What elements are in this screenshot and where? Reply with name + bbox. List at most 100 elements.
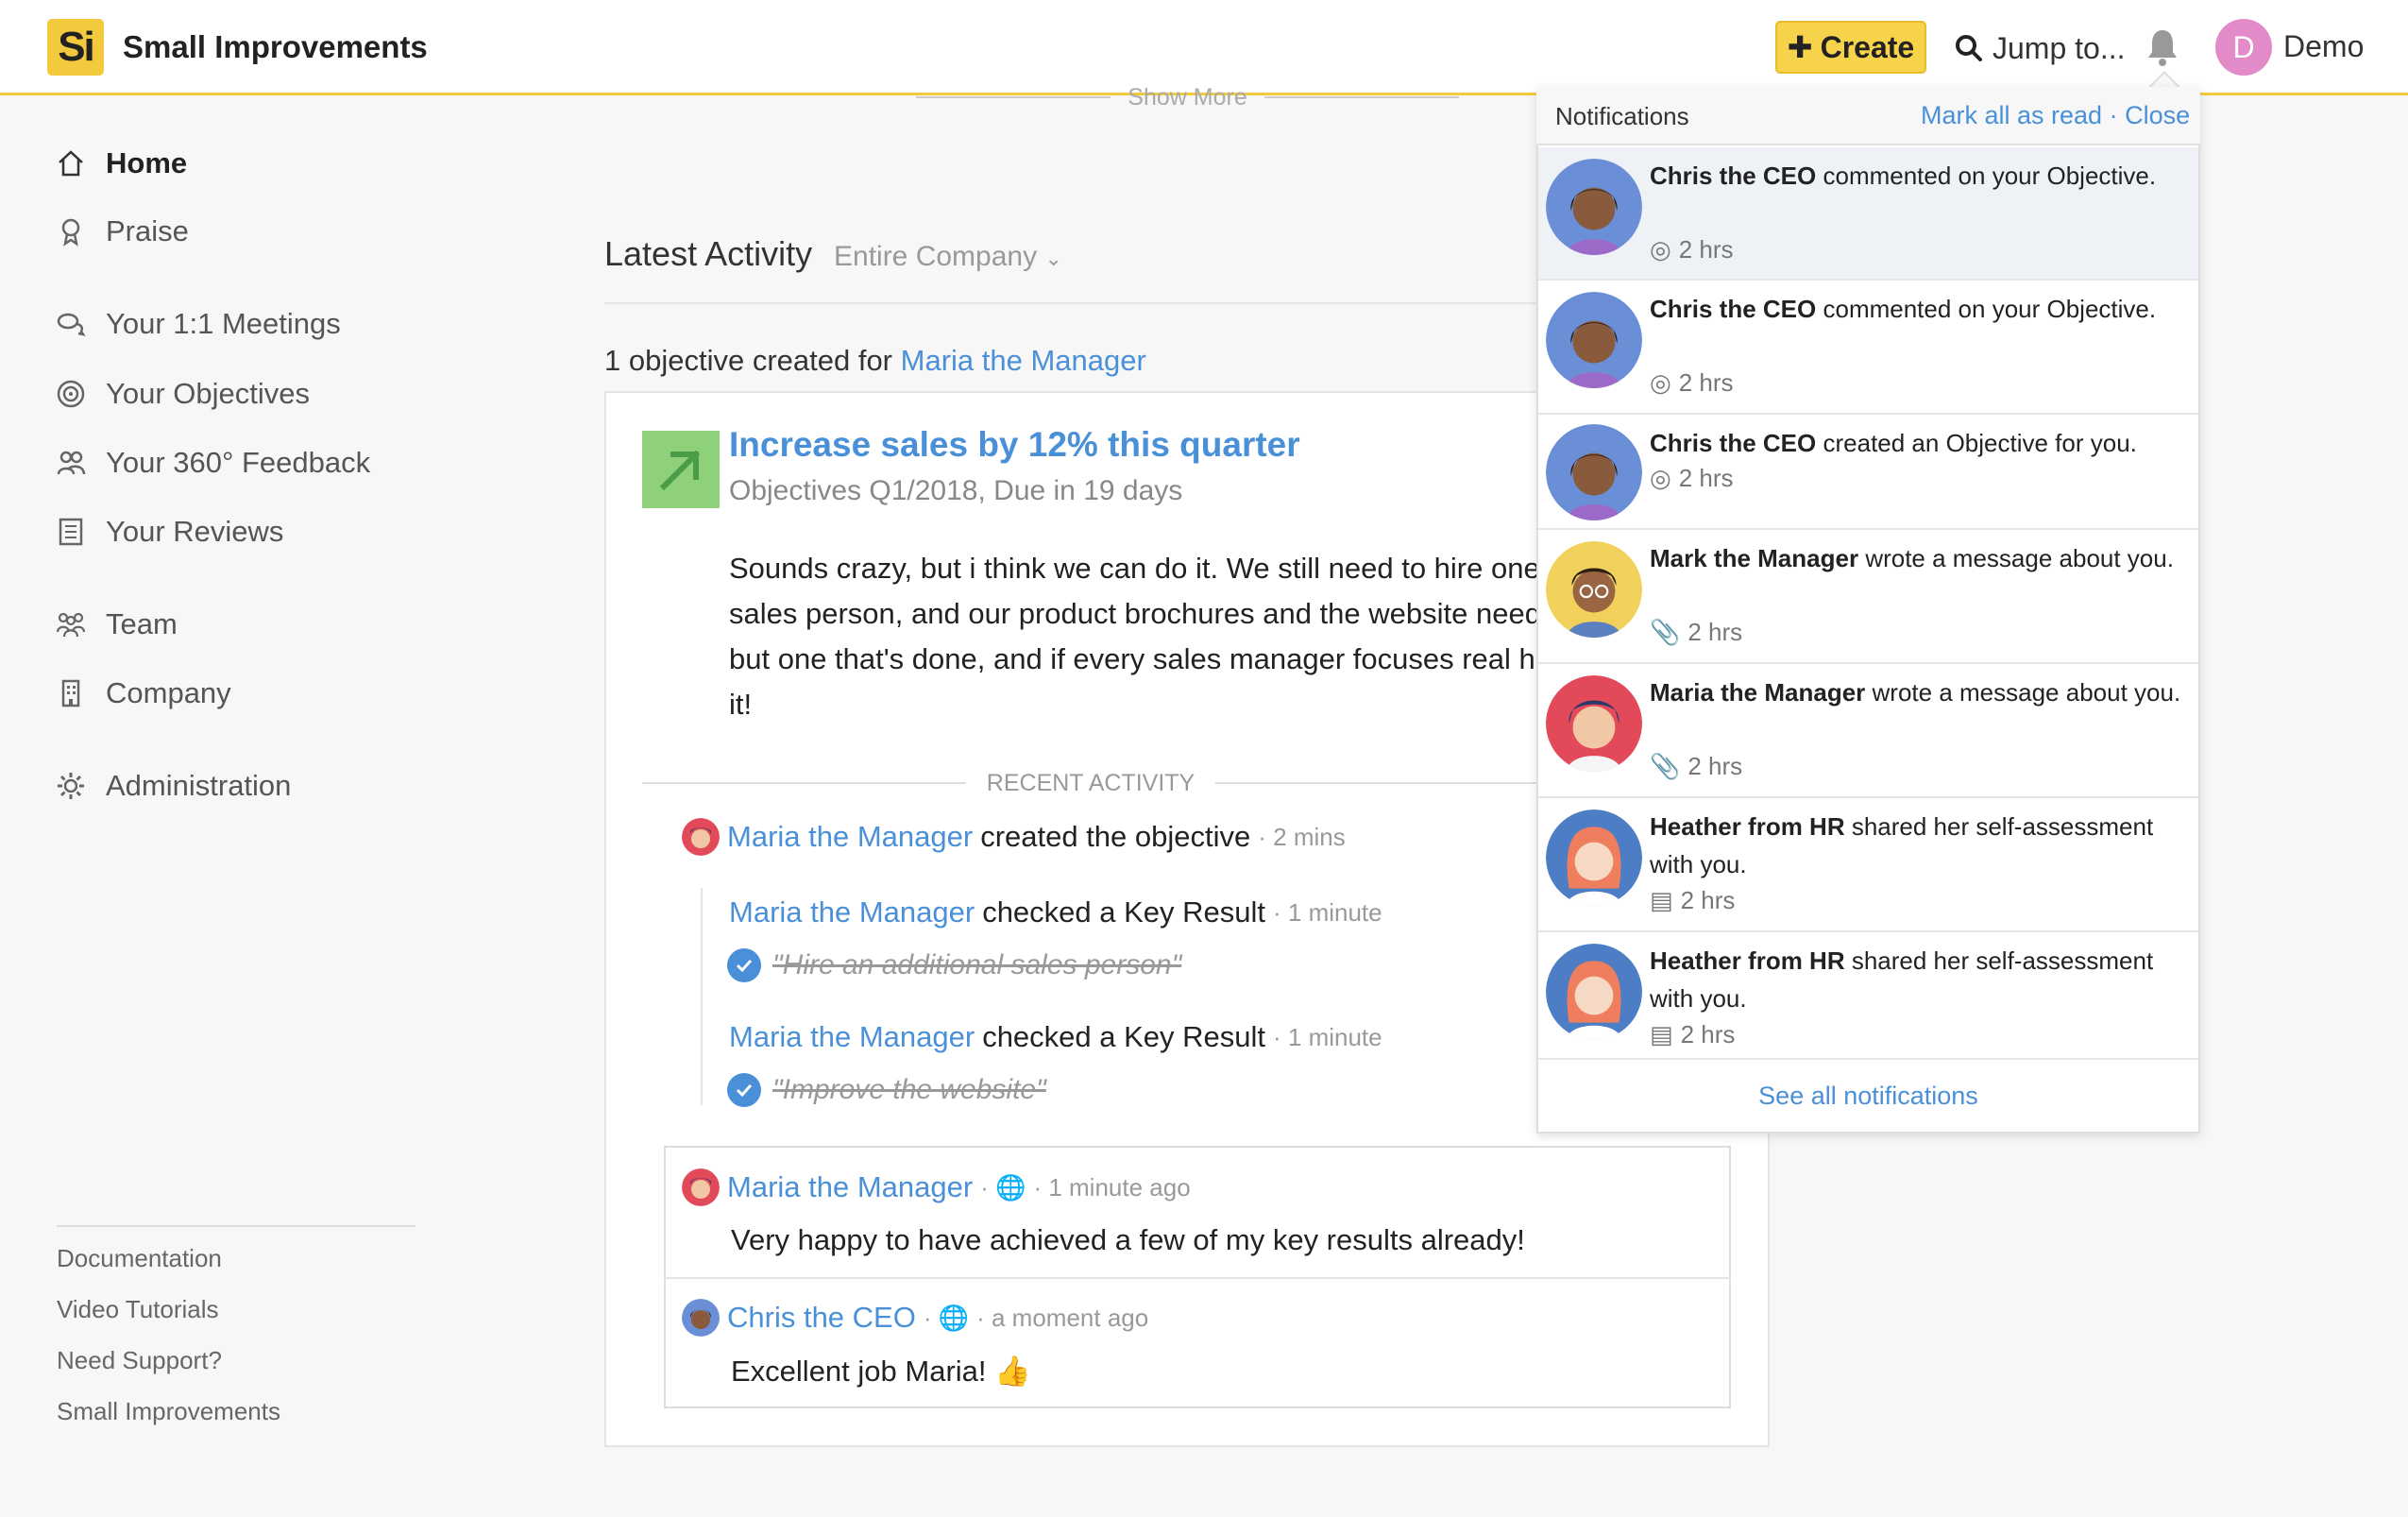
create-label: Create [1820, 29, 1915, 64]
sidebar-item-360-feedback[interactable]: Your 360° Feedback [55, 440, 370, 486]
activity-actor-link[interactable]: Maria the Manager [727, 820, 973, 854]
document-icon: ▤ [1650, 886, 1673, 914]
notification-item[interactable]: Heather from HR shared her self-assessme… [1538, 798, 2198, 932]
avatar [682, 818, 720, 856]
comment-header: Chris the CEO · 🌐 · a moment ago [682, 1299, 1148, 1337]
objective-title[interactable]: Increase sales by 12% this quarter [729, 425, 1300, 465]
sidebar-item-administration[interactable]: Administration [55, 763, 291, 809]
sidebar-item-label: Company [106, 676, 231, 709]
document-icon [55, 516, 87, 548]
comment-time: · 1 minute ago [1033, 1172, 1191, 1202]
activity-time: · 1 minute [1273, 1022, 1382, 1051]
comment-author-link[interactable]: Maria the Manager [727, 1170, 973, 1204]
app-logo[interactable]: Si [47, 19, 104, 76]
target-icon: ◎ [1650, 464, 1671, 492]
mark-all-read-link[interactable]: Mark all as read [1921, 101, 2102, 129]
notification-time: 2 hrs [1680, 1020, 1736, 1048]
close-link[interactable]: Close [2125, 101, 2190, 129]
notification-item[interactable]: Maria the Manager wrote a message about … [1538, 664, 2198, 798]
notification-actor: Chris the CEO [1650, 295, 1817, 323]
user-avatar[interactable]: D [2215, 19, 2272, 76]
sidebar-item-label: Your 1:1 Meetings [106, 307, 341, 340]
brand-name[interactable]: Small Improvements [123, 29, 428, 65]
notification-item[interactable]: Chris the CEO commented on your Objectiv… [1538, 147, 2198, 281]
activity-actor-link[interactable]: Maria the Manager [729, 895, 975, 929]
plus-icon: ✚ [1787, 30, 1813, 64]
notification-actor: Heather from HR [1650, 812, 1845, 841]
jump-to-search[interactable]: Jump to... [1955, 25, 2126, 72]
see-all-notifications-link[interactable]: See all notifications [1538, 1069, 2198, 1122]
notification-actor: Maria the Manager [1650, 678, 1866, 707]
sidebar-item-home[interactable]: Home [55, 141, 187, 186]
avatar [1546, 944, 1642, 1040]
notifications-title: Notifications [1555, 102, 1689, 130]
avatar [682, 1168, 720, 1206]
notifications-actions: Mark all as read · Close [1921, 101, 2190, 130]
notification-item[interactable]: Mark the Manager wrote a message about y… [1538, 530, 2198, 664]
notification-text: created an Objective for you. [1823, 429, 2137, 457]
search-icon [1956, 35, 1982, 61]
target-icon: ◎ [1650, 235, 1671, 264]
objective-created-text: 1 objective created for [604, 344, 893, 377]
key-result-text: "Hire an additional sales person" [772, 949, 1182, 980]
activity-action: checked a Key Result [982, 1020, 1266, 1053]
people-icon [55, 447, 87, 479]
key-result-text: "Improve the website" [772, 1074, 1046, 1105]
recent-activity-label: RECENT ACTIVITY [986, 769, 1196, 796]
globe-icon: · 🌐 [980, 1172, 1026, 1202]
heading-divider [604, 302, 1549, 304]
key-result: "Improve the website" [727, 1073, 1046, 1107]
notification-actor: Mark the Manager [1650, 544, 1859, 572]
activity-item: Maria the Manager created the objective … [682, 818, 1346, 856]
small-improvements-link[interactable]: Small Improvements [57, 1397, 280, 1426]
globe-icon: · 🌐 [923, 1303, 970, 1332]
paperclip-icon: 📎 [1650, 618, 1681, 646]
create-button[interactable]: ✚ Create [1775, 21, 1926, 74]
scope-dropdown[interactable]: Entire Company ⌄ [834, 241, 1062, 273]
check-icon [727, 1073, 761, 1107]
notification-item[interactable]: Heather from HR shared her self-assessme… [1538, 932, 2198, 1060]
check-icon [727, 948, 761, 982]
show-more-label: Show More [1128, 83, 1247, 111]
show-more-button[interactable]: Show More [916, 83, 1459, 111]
notification-item[interactable]: Chris the CEO created an Objective for y… [1538, 415, 2198, 530]
documentation-link[interactable]: Documentation [57, 1244, 222, 1273]
sidebar-item-label: Your 360° Feedback [106, 446, 371, 479]
bell-icon[interactable] [2144, 26, 2181, 68]
avatar [1546, 424, 1642, 520]
notification-text: wrote a message about you. [1872, 678, 2181, 707]
key-result: "Hire an additional sales person" [727, 948, 1181, 982]
objective-arrow-icon [642, 431, 720, 508]
thread-line [701, 888, 703, 1105]
user-menu[interactable]: Demo [2283, 29, 2364, 64]
comment-divider [664, 1277, 1731, 1279]
scope-label: Entire Company [834, 241, 1038, 272]
comment-author-link[interactable]: Chris the CEO [727, 1301, 916, 1335]
avatar [682, 1299, 720, 1337]
sidebar-item-reviews[interactable]: Your Reviews [55, 509, 283, 554]
sidebar-item-objectives[interactable]: Your Objectives [55, 371, 310, 417]
document-icon: ▤ [1650, 1020, 1673, 1048]
notification-item[interactable]: Chris the CEO commented on your Objectiv… [1538, 281, 2198, 415]
need-support-link[interactable]: Need Support? [57, 1346, 222, 1375]
sidebar-item-meetings[interactable]: Your 1:1 Meetings [55, 301, 341, 347]
target-icon: ◎ [1650, 368, 1671, 397]
separator-dot: · [2109, 101, 2118, 129]
sidebar-item-team[interactable]: Team [55, 602, 178, 647]
activity-actor-link[interactable]: Maria the Manager [729, 1020, 975, 1054]
activity-action: checked a Key Result [982, 895, 1266, 929]
notification-time: 2 hrs [1680, 886, 1736, 914]
avatar [1546, 675, 1642, 772]
avatar [1546, 541, 1642, 638]
sidebar-item-praise[interactable]: Praise [55, 209, 189, 254]
avatar [1546, 159, 1642, 255]
objective-owner-link[interactable]: Maria the Manager [901, 344, 1146, 377]
sidebar-item-company[interactable]: Company [55, 671, 231, 716]
notification-text: wrote a message about you. [1865, 544, 2174, 572]
objective-created-line: 1 objective created for Maria the Manage… [604, 344, 1146, 378]
sidebar-item-label: Home [106, 146, 188, 179]
comment-header: Maria the Manager · 🌐 · 1 minute ago [682, 1168, 1191, 1206]
notification-time: 2 hrs [1687, 618, 1743, 646]
notification-actor: Heather from HR [1650, 946, 1845, 975]
video-tutorials-link[interactable]: Video Tutorials [57, 1295, 219, 1324]
